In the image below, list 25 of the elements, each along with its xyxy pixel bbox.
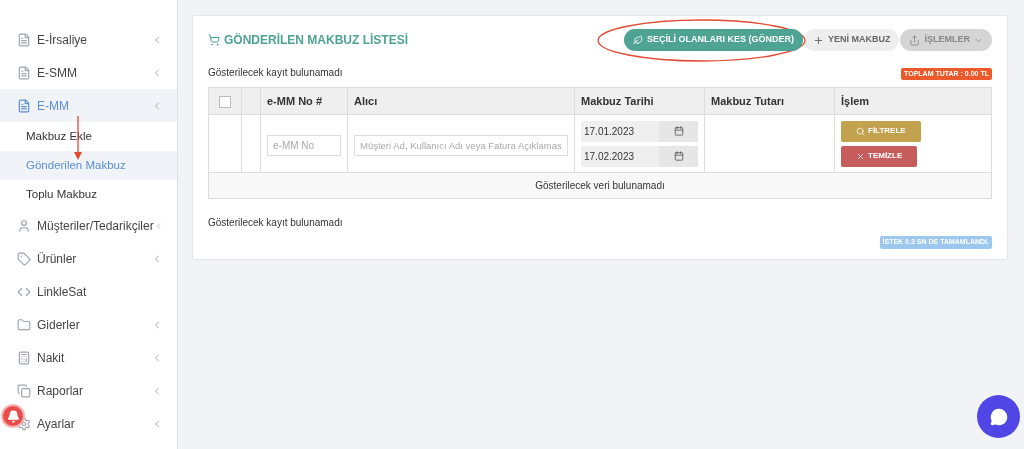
record-info: Gösterilecek kayıt bulunamadı [208, 217, 343, 228]
submenu-item[interactable]: Toplu Makbuz [0, 180, 177, 209]
sidebar-item[interactable]: Müşteriler/Tedarikçiler [0, 209, 177, 242]
sidebar-item[interactable]: Nakit [0, 341, 177, 374]
column-header: e-MM No # [260, 87, 348, 115]
column-header: Alıcı [347, 87, 575, 115]
sidebar-item[interactable]: LinkleSat [0, 275, 177, 308]
column-header: İşlem [834, 87, 992, 115]
sidebar-item[interactable]: Raporlar [0, 374, 177, 407]
sidebar-item[interactable]: Ayarlar [0, 407, 177, 440]
recipient-filter-field[interactable]: Müşteri Ad, Kullanıcı Adı veya Fatura Açıklamas [354, 134, 568, 156]
number-filter-field[interactable]: e-MM No [267, 134, 341, 156]
sidebar-item[interactable]: Giderler [0, 308, 177, 341]
new-receipt-button[interactable]: YENİ MAKBUZ [804, 29, 900, 51]
date-field[interactable]: 17.01.2023 [581, 120, 698, 142]
column-header: Makbuz Tarihi [574, 87, 705, 115]
sidebar-item[interactable]: E-SMM [0, 56, 177, 89]
record-info: Gösterilecek kayıt bulunamadı [208, 66, 343, 80]
column-header: Makbuz Tutarı [704, 87, 835, 115]
sidebar-item[interactable]: Ürünler [0, 242, 177, 275]
empty-message: Gösterilecek veri bulunamadı [208, 172, 992, 199]
clear-button[interactable]: TEMİZLE [841, 145, 918, 167]
panel-title: GÖNDERİLEN MAKBUZ LİSTESİ [224, 32, 408, 49]
sidebar-item[interactable]: E-İrsaliye [0, 23, 177, 56]
date-field[interactable]: 17.02.2023 [581, 145, 698, 167]
